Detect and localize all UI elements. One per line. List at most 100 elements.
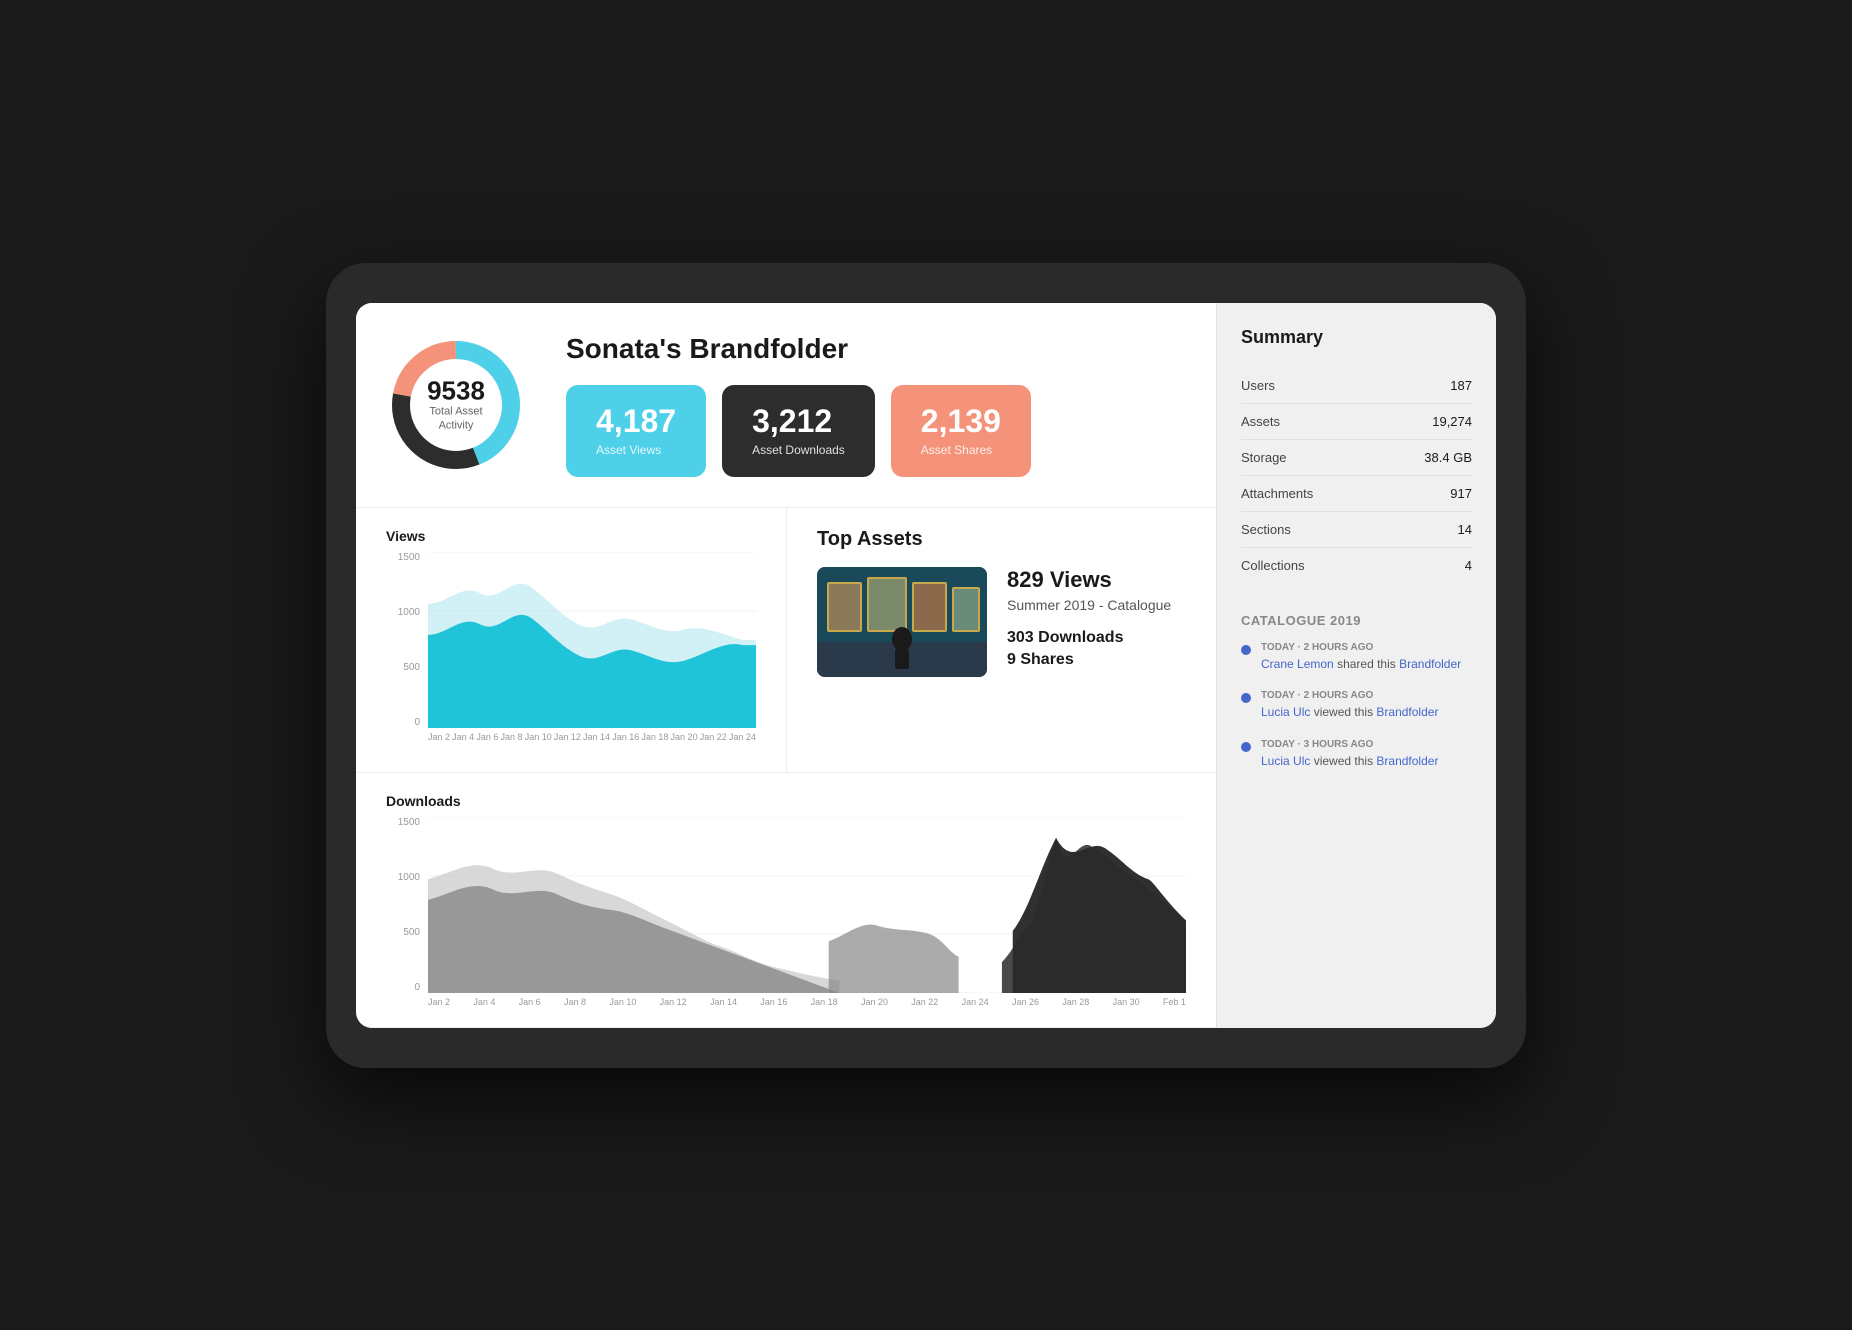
activity-person[interactable]: Crane Lemon (1261, 657, 1334, 671)
downloads-svg (428, 817, 1186, 993)
activity-text: Crane Lemon shared this Brandfolder (1261, 656, 1461, 673)
dl-y-0: 0 (386, 982, 424, 993)
screen: 9538 Total Asset Activity Sonata's Brand… (356, 303, 1496, 1028)
views-chart-title: Views (386, 528, 756, 544)
asset-shares: 9 Shares (1007, 651, 1186, 669)
downloads-x-labels: Jan 2 Jan 4 Jan 6 Jan 8 Jan 10 Jan 12 Ja… (428, 997, 1186, 1017)
activity-time: TODAY · 2 HOURS AGO (1261, 642, 1461, 653)
activity-brandfolder-link[interactable]: Brandfolder (1376, 705, 1438, 719)
asset-views: 829 Views (1007, 567, 1186, 593)
activity-content: TODAY · 2 HOURS AGO Lucia Ulc viewed thi… (1261, 690, 1438, 721)
summary-value: 917 (1450, 486, 1472, 501)
shares-desc: Asset Shares (921, 443, 1001, 457)
summary-row: Users 187 (1241, 368, 1472, 404)
stat-card-downloads[interactable]: 3,212 Asset Downloads (722, 385, 875, 477)
summary-panel: Summary Users 187 Assets 19,274 Storage … (1216, 303, 1496, 1028)
activity-action: shared this (1337, 657, 1399, 671)
stat-card-shares[interactable]: 2,139 Asset Shares (891, 385, 1031, 477)
x-jan20: Jan 20 (671, 732, 698, 752)
y-label-0: 0 (386, 717, 424, 728)
summary-key: Assets (1241, 414, 1280, 429)
header-content: Sonata's Brandfolder 4,187 Asset Views 3… (566, 333, 1176, 477)
views-desc: Asset Views (596, 443, 676, 457)
asset-thumbnail (817, 567, 987, 677)
summary-key: Collections (1241, 558, 1305, 573)
activity-action: viewed this (1314, 754, 1377, 768)
summary-row: Collections 4 (1241, 548, 1472, 583)
shares-number: 2,139 (921, 405, 1001, 437)
activity-dot (1241, 645, 1251, 655)
activity-item: TODAY · 3 HOURS AGO Lucia Ulc viewed thi… (1241, 739, 1472, 770)
donut-center: 9538 Total Asset Activity (421, 376, 491, 433)
top-asset-item: 829 Views Summer 2019 - Catalogue 303 Do… (817, 567, 1186, 677)
activity-dot (1241, 693, 1251, 703)
x-jan14: Jan 14 (583, 732, 610, 752)
activity-brandfolder-link[interactable]: Brandfolder (1376, 754, 1438, 768)
summary-row: Storage 38.4 GB (1241, 440, 1472, 476)
summary-rows: Users 187 Assets 19,274 Storage 38.4 GB … (1241, 368, 1472, 583)
activity-action: viewed this (1314, 705, 1377, 719)
summary-title: Summary (1241, 327, 1472, 348)
summary-value: 19,274 (1432, 414, 1472, 429)
dl-y-500: 500 (386, 927, 424, 938)
downloads-chart-panel: Downloads 1500 1000 500 0 (356, 772, 1216, 1027)
summary-row: Sections 14 (1241, 512, 1472, 548)
top-assets-panel: Top Assets (786, 508, 1216, 772)
summary-key: Users (1241, 378, 1275, 393)
asset-thumb-svg (817, 567, 987, 677)
activity-text: Lucia Ulc viewed this Brandfolder (1261, 704, 1438, 721)
activity-person[interactable]: Lucia Ulc (1261, 705, 1310, 719)
activity-section-title: Catalogue 2019 (1241, 613, 1472, 628)
x-jan24: Jan 24 (729, 732, 756, 752)
y-label-1500: 1500 (386, 552, 424, 563)
dl-y-1500: 1500 (386, 817, 424, 828)
donut-label: Total Asset Activity (421, 405, 491, 434)
top-row: Views 1500 1000 500 0 (356, 508, 1216, 772)
views-number: 4,187 (596, 405, 676, 437)
activity-time: TODAY · 2 HOURS AGO (1261, 690, 1438, 701)
downloads-svg-container (428, 817, 1186, 993)
activity-item: TODAY · 2 HOURS AGO Crane Lemon shared t… (1241, 642, 1472, 673)
downloads-chart-title: Downloads (386, 793, 1186, 809)
y-label-1000: 1000 (386, 607, 424, 618)
summary-value: 38.4 GB (1424, 450, 1472, 465)
summary-key: Attachments (1241, 486, 1313, 501)
downloads-desc: Asset Downloads (752, 443, 845, 457)
summary-row: Assets 19,274 (1241, 404, 1472, 440)
activity-log: Catalogue 2019 TODAY · 2 HOURS AGO Crane… (1241, 613, 1472, 770)
views-chart-wrapper: 1500 1000 500 0 (386, 552, 756, 752)
summary-row: Attachments 917 (1241, 476, 1472, 512)
tablet-frame: 9538 Total Asset Activity Sonata's Brand… (326, 263, 1526, 1068)
summary-value: 4 (1465, 558, 1472, 573)
x-jan12: Jan 12 (554, 732, 581, 752)
activity-items: TODAY · 2 HOURS AGO Crane Lemon shared t… (1241, 642, 1472, 770)
asset-downloads: 303 Downloads (1007, 629, 1186, 647)
main-content: Views 1500 1000 500 0 (356, 508, 1216, 1028)
asset-info: 829 Views Summer 2019 - Catalogue 303 Do… (1007, 567, 1186, 669)
dl-y-1000: 1000 (386, 872, 424, 883)
activity-text: Lucia Ulc viewed this Brandfolder (1261, 753, 1438, 770)
downloads-chart-wrapper: 1500 1000 500 0 (386, 817, 1186, 1017)
views-svg (428, 552, 756, 728)
stat-card-views[interactable]: 4,187 Asset Views (566, 385, 706, 477)
views-y-labels: 1500 1000 500 0 (386, 552, 424, 728)
header-section: 9538 Total Asset Activity Sonata's Brand… (356, 303, 1216, 508)
asset-name: Summer 2019 - Catalogue (1007, 597, 1186, 613)
activity-dot (1241, 742, 1251, 752)
x-jan2: Jan 2 (428, 732, 450, 752)
top-assets-title: Top Assets (817, 528, 1186, 551)
brandfolder-title: Sonata's Brandfolder (566, 333, 1176, 365)
views-x-labels: Jan 2 Jan 4 Jan 6 Jan 8 Jan 10 Jan 12 Ja… (428, 732, 756, 752)
x-jan4: Jan 4 (452, 732, 474, 752)
activity-content: TODAY · 2 HOURS AGO Crane Lemon shared t… (1261, 642, 1461, 673)
x-jan8: Jan 8 (501, 732, 523, 752)
activity-brandfolder-link[interactable]: Brandfolder (1399, 657, 1461, 671)
summary-key: Sections (1241, 522, 1291, 537)
x-jan18: Jan 18 (641, 732, 668, 752)
activity-person[interactable]: Lucia Ulc (1261, 754, 1310, 768)
x-jan22: Jan 22 (700, 732, 727, 752)
summary-value: 14 (1458, 522, 1472, 537)
donut-number: 9538 (421, 376, 491, 405)
y-label-500: 500 (386, 662, 424, 673)
views-svg-container (428, 552, 756, 728)
